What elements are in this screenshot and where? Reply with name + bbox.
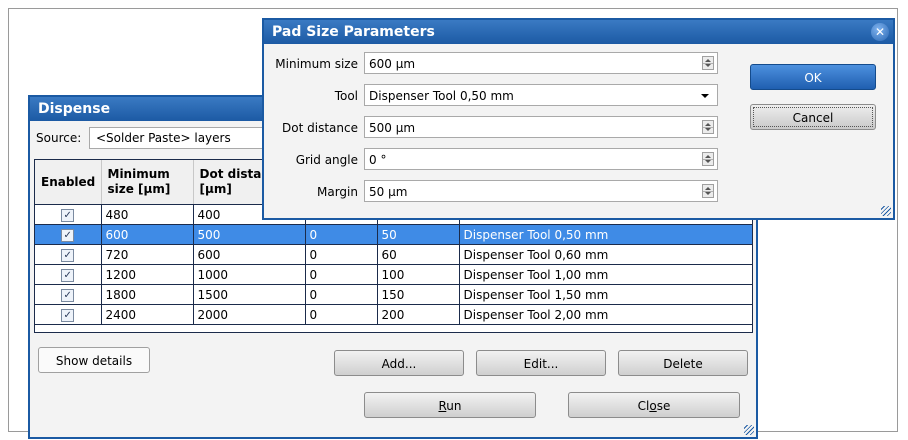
cell-grid-angle: 0 (305, 284, 378, 305)
cancel-button[interactable]: Cancel (750, 104, 876, 130)
cell-tool: Dispenser Tool 0,60 mm (459, 244, 752, 265)
cell-dot-distance: 1500 (193, 284, 306, 305)
cell-dot-distance: 2000 (193, 304, 306, 325)
grid-angle-label: Grid angle (295, 153, 358, 167)
checkbox-checked-icon[interactable]: ✓ (61, 228, 75, 242)
tool-label: Tool (334, 89, 358, 103)
run-button[interactable]: Run (364, 392, 536, 418)
cell-grid-angle: 0 (305, 304, 378, 325)
cell-min-size: 600 (101, 224, 194, 245)
edit-button[interactable]: Edit... (476, 350, 606, 376)
resize-grip-icon[interactable] (881, 206, 891, 216)
checkbox-checked-icon[interactable]: ✓ (61, 308, 75, 322)
pad-dialog-title: Pad Size Parameters (264, 20, 893, 44)
cell-dot-distance: 600 (193, 244, 306, 265)
cell-margin: 200 (377, 304, 460, 325)
cell-tool: Dispenser Tool 2,00 mm (459, 304, 752, 325)
cell-min-size: 2400 (101, 304, 194, 325)
table-row-selected[interactable]: ✓ 600 500 0 50 Dispenser Tool 0,50 mm (35, 224, 752, 245)
source-field[interactable]: <Solder Paste> layers (89, 127, 287, 149)
margin-field[interactable]: 50 µm (364, 180, 718, 202)
pad-size-dialog: Pad Size Parameters ✕ Minimum size 600 µ… (262, 18, 895, 220)
cell-min-size: 1200 (101, 264, 194, 285)
cell-tool: Dispenser Tool 1,50 mm (459, 284, 752, 305)
cell-min-size: 480 (101, 204, 194, 225)
table-row[interactable]: ✓ 2400 2000 0 200 Dispenser Tool 2,00 mm (35, 304, 752, 325)
checkbox-checked-icon[interactable]: ✓ (61, 248, 75, 262)
dot-distance-label: Dot distance (282, 121, 358, 135)
table-row[interactable]: ✓ 1800 1500 0 150 Dispenser Tool 1,50 mm (35, 284, 752, 305)
checkbox-checked-icon[interactable]: ✓ (61, 288, 75, 302)
delete-button[interactable]: Delete (618, 350, 748, 376)
min-size-label: Minimum size (275, 57, 358, 71)
cell-dot-distance: 1000 (193, 264, 306, 285)
add-button[interactable]: Add... (334, 350, 464, 376)
cell-margin: 60 (377, 244, 460, 265)
cell-margin: 150 (377, 284, 460, 305)
cell-min-size: 1800 (101, 284, 194, 305)
tool-dropdown[interactable]: Dispenser Tool 0,50 mm (364, 84, 718, 106)
table-row[interactable]: ✓ 1200 1000 0 100 Dispenser Tool 1,00 mm (35, 264, 752, 285)
spinner-icon[interactable] (702, 184, 714, 198)
grid-angle-field[interactable]: 0 ° (364, 148, 718, 170)
show-details-button[interactable]: Show details (38, 347, 150, 373)
margin-label: Margin (317, 185, 358, 199)
min-size-field[interactable]: 600 µm (364, 52, 718, 74)
spinner-icon[interactable] (702, 152, 714, 166)
checkbox-checked-icon[interactable]: ✓ (61, 208, 75, 222)
cell-margin: 100 (377, 264, 460, 285)
cell-grid-angle: 0 (305, 224, 378, 245)
col-min-size[interactable]: Minimum size [µm] (101, 160, 194, 205)
spinner-icon[interactable] (702, 120, 714, 134)
table-row[interactable]: ✓ 720 600 0 60 Dispenser Tool 0,60 mm (35, 244, 752, 265)
source-label: Source: (36, 131, 82, 145)
resize-grip-icon[interactable] (744, 425, 754, 435)
checkbox-checked-icon[interactable]: ✓ (61, 268, 75, 282)
col-enabled[interactable]: Enabled (35, 160, 102, 205)
cell-min-size: 720 (101, 244, 194, 265)
dot-distance-field[interactable]: 500 µm (364, 116, 718, 138)
close-button[interactable]: Close (568, 392, 740, 418)
chevron-down-icon[interactable] (701, 94, 709, 98)
cell-grid-angle: 0 (305, 244, 378, 265)
ok-button[interactable]: OK (750, 64, 876, 90)
cell-tool: Dispenser Tool 0,50 mm (459, 224, 752, 245)
cell-tool: Dispenser Tool 1,00 mm (459, 264, 752, 285)
close-icon[interactable]: ✕ (871, 23, 889, 41)
cell-dot-distance: 500 (193, 224, 306, 245)
cell-margin: 50 (377, 224, 460, 245)
cell-grid-angle: 0 (305, 264, 378, 285)
spinner-icon[interactable] (702, 56, 714, 70)
